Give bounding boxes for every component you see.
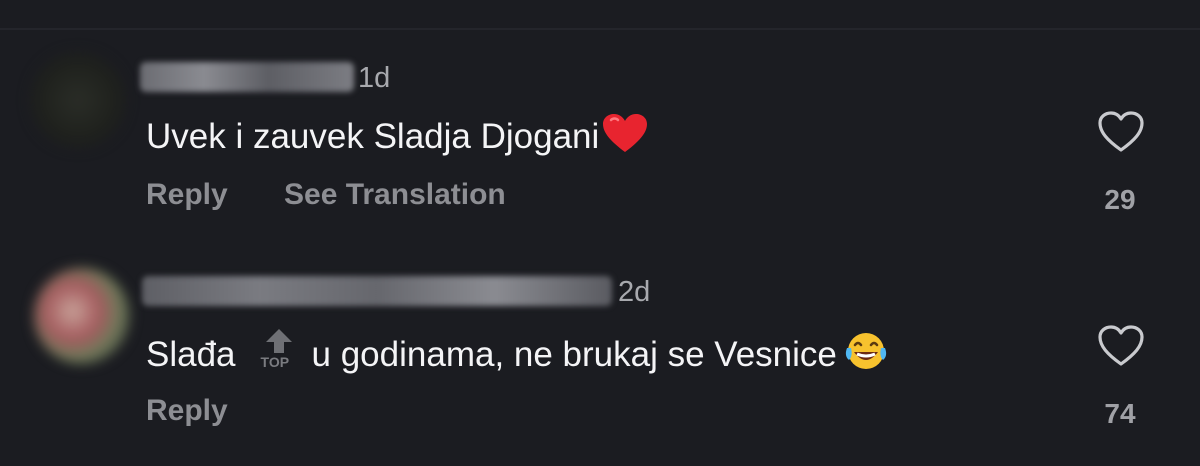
avatar[interactable] — [30, 52, 126, 148]
comment-text-body: Uvek i zauvek Sladja Djogani — [146, 117, 600, 156]
username-blurred[interactable] — [142, 276, 612, 306]
like-count: 74 — [1104, 398, 1136, 429]
face-with-tears-of-joy-emoji-icon — [843, 330, 889, 381]
reply-button[interactable]: Reply — [146, 178, 228, 212]
like-count: 29 — [1104, 184, 1136, 215]
username-blurred[interactable] — [140, 62, 354, 92]
comment-text: Slađa TOP u godinama, ne brukaj se Vesni… — [146, 328, 889, 381]
comment-timestamp: 2d — [618, 276, 651, 308]
heart-outline-icon[interactable] — [1097, 110, 1145, 159]
red-heart-emoji-icon — [601, 112, 649, 163]
top-icon-label: TOP — [260, 354, 290, 370]
heart-outline-icon[interactable] — [1097, 324, 1145, 373]
comment-text-before: Slađa — [146, 335, 236, 374]
avatar[interactable] — [34, 268, 130, 364]
see-translation-button[interactable]: See Translation — [284, 178, 506, 212]
comment-text: Uvek i zauvek Sladja Djogani — [146, 112, 649, 163]
reply-button[interactable]: Reply — [146, 394, 228, 428]
comment-timestamp: 1d — [358, 62, 391, 94]
top-divider — [0, 28, 1200, 30]
comment-text-after: u godinama, ne brukaj se Vesnice — [311, 335, 837, 374]
top-arrow-icon: TOP — [260, 328, 298, 372]
